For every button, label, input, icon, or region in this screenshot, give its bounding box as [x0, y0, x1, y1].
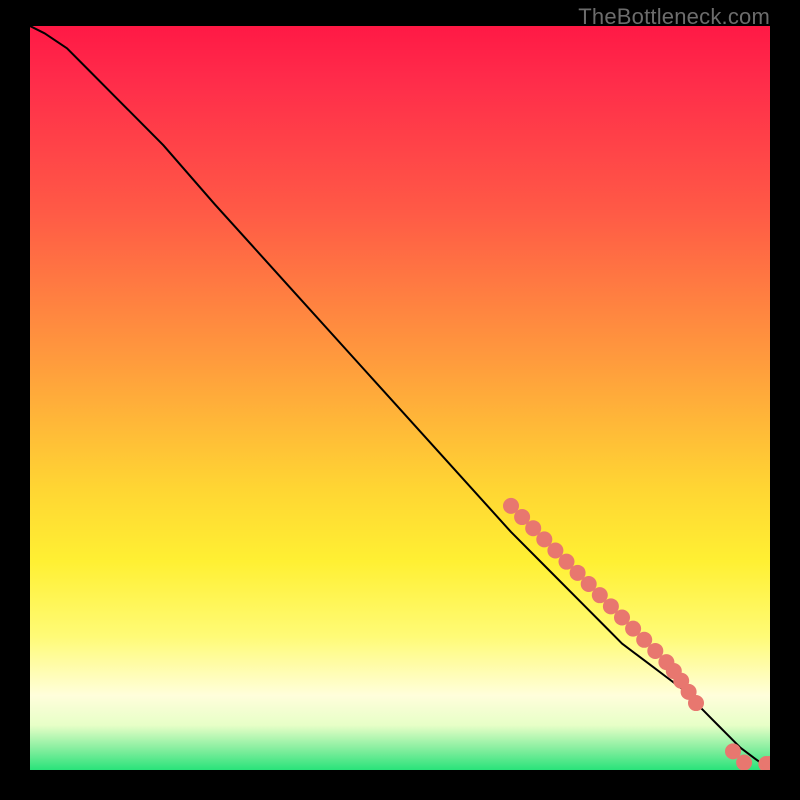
- scatter-series-markers: [503, 498, 770, 770]
- scatter-point: [688, 695, 704, 711]
- scatter-point: [736, 755, 752, 770]
- chart-container: TheBottleneck.com: [0, 0, 800, 800]
- plot-area: [30, 26, 770, 770]
- chart-svg: [30, 26, 770, 770]
